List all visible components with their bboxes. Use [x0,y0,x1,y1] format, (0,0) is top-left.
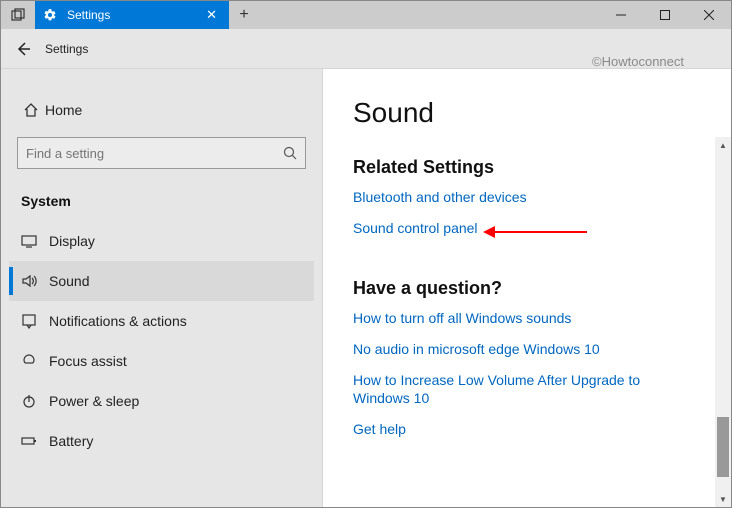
close-tab-icon[interactable]: ✕ [202,7,221,23]
content: Home System Display Sound Notification [1,69,731,507]
sidebar-item-label: Battery [49,433,93,449]
power-icon [21,393,49,409]
related-settings-heading: Related Settings [353,157,731,178]
window-controls [599,1,731,29]
close-window-button[interactable] [687,1,731,29]
gear-icon [43,8,57,22]
tab-settings[interactable]: Settings ✕ [35,1,229,29]
sidebar-item-home[interactable]: Home [9,91,314,129]
focus-assist-icon [21,353,49,369]
maximize-button[interactable] [643,1,687,29]
link-increase-low-volume[interactable]: How to Increase Low Volume After Upgrade… [353,371,683,409]
sidebar-item-notifications[interactable]: Notifications & actions [9,301,314,341]
sidebar-item-label: Display [49,233,95,249]
minimize-button[interactable] [599,1,643,29]
link-no-audio-edge[interactable]: No audio in microsoft edge Windows 10 [353,340,683,359]
link-sound-control-panel[interactable]: Sound control panel [353,219,683,238]
link-turn-off-sounds[interactable]: How to turn off all Windows sounds [353,309,683,328]
titlebar: Settings ✕ + [1,1,731,29]
battery-icon [21,433,49,449]
sidebar-item-power-sleep[interactable]: Power & sleep [9,381,314,421]
tab-stack-icon[interactable] [1,1,35,29]
sidebar-category: System [9,187,314,215]
titlebar-spacer [259,1,599,29]
link-bluetooth-devices[interactable]: Bluetooth and other devices [353,188,683,207]
sidebar-item-focus-assist[interactable]: Focus assist [9,341,314,381]
search-icon [283,146,297,160]
sidebar-item-label: Home [45,102,82,118]
new-tab-button[interactable]: + [229,1,259,29]
scroll-thumb[interactable] [717,417,729,477]
tab-label: Settings [67,8,202,22]
sidebar-item-label: Focus assist [49,353,127,369]
display-icon [21,233,49,249]
sidebar-item-battery[interactable]: Battery [9,421,314,461]
sidebar-item-sound[interactable]: Sound [9,261,314,301]
sidebar-item-label: Notifications & actions [49,313,187,329]
link-get-help[interactable]: Get help [353,420,683,439]
watermark: ©Howtoconnect [592,54,684,69]
scroll-down-button[interactable]: ▼ [715,491,731,507]
header-title: Settings [45,42,88,56]
scrollbar[interactable]: ▲ ▼ [715,137,731,507]
have-a-question-heading: Have a question? [353,278,731,299]
sidebar-item-label: Power & sleep [49,393,139,409]
scroll-up-button[interactable]: ▲ [715,137,731,153]
home-icon [17,102,45,118]
search-input[interactable] [26,146,283,161]
sidebar-item-display[interactable]: Display [9,221,314,261]
main-area: Sound Related Settings Bluetooth and oth… [323,69,731,507]
sidebar-item-label: Sound [49,273,89,289]
sound-icon [21,273,49,289]
sidebar: Home System Display Sound Notification [1,69,323,507]
notifications-icon [21,313,49,329]
page-title: Sound [353,97,731,129]
search-box[interactable] [17,137,306,169]
back-button[interactable] [1,41,45,57]
